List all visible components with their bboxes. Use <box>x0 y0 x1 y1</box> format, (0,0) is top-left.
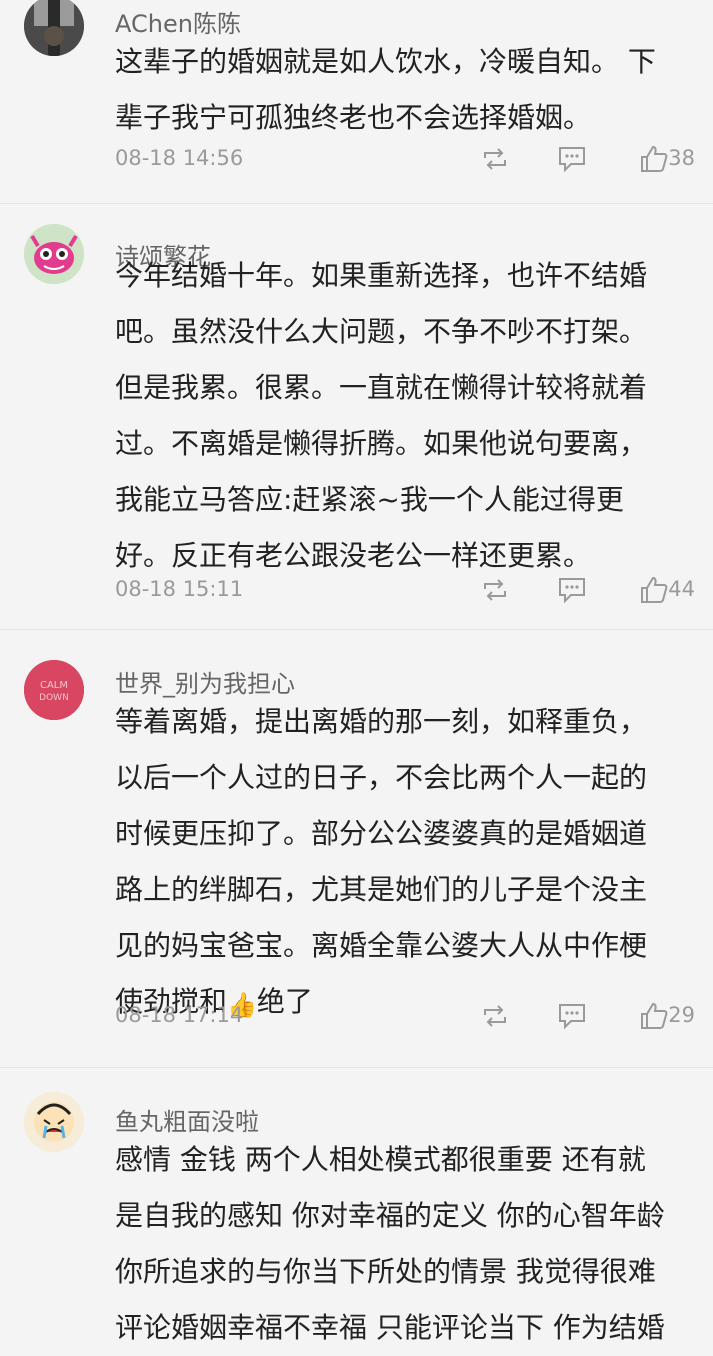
avatar-text-2: DOWN <box>39 693 69 703</box>
like-count: 29 <box>668 1003 695 1027</box>
comment-text-part: 等着离婚，提出离婚的那一刻，如释重负， 以后一个人过的日子，不会比两个人一起的 … <box>115 705 648 1018</box>
comment-icon[interactable] <box>557 144 587 174</box>
comment-item: CALM DOWN 世界_别为我担心 等着离婚，提出离婚的那一刻，如释重负， 以… <box>0 630 713 1068</box>
pink-cartoon-avatar-icon <box>24 224 84 284</box>
avatar-text-1: CALM <box>40 680 68 691</box>
avatar[interactable] <box>24 1092 84 1152</box>
thumbs-up-icon[interactable] <box>639 144 669 174</box>
comment-meta: 08-18 17:14 29 <box>115 1001 695 1031</box>
like-count: 44 <box>668 577 695 601</box>
comment-time: 08-18 17:14 <box>115 1003 244 1027</box>
avatar[interactable] <box>24 0 84 56</box>
avatar[interactable]: CALM DOWN <box>24 660 84 720</box>
repost-icon[interactable] <box>480 1001 510 1031</box>
comment-meta: 08-18 15:11 44 <box>115 575 695 605</box>
calm-down-avatar-icon: CALM DOWN <box>24 660 84 720</box>
thumbs-up-icon[interactable] <box>639 575 669 605</box>
avatar[interactable] <box>24 224 84 284</box>
comment-item: 诗颂繁花 今年结婚十年。如果重新选择，也许不结婚 吧。虽然没什么大问题，不争不吵… <box>0 204 713 630</box>
comment-icon[interactable] <box>557 575 587 605</box>
comment-time: 08-18 14:56 <box>115 146 244 170</box>
like-count: 38 <box>668 146 695 170</box>
comment-time: 08-18 15:11 <box>115 577 244 601</box>
thumbs-up-icon[interactable] <box>639 1001 669 1031</box>
comment-item: AChen陈陈 这辈子的婚姻就是如人饮水，冷暖自知。 下 辈子我宁可孤独终老也不… <box>0 0 713 204</box>
crying-cartoon-avatar-icon <box>24 1092 84 1152</box>
comment-text: 这辈子的婚姻就是如人饮水，冷暖自知。 下 辈子我宁可孤独终老也不会选择婚姻。 <box>115 45 656 134</box>
comment-meta: 08-18 14:56 38 <box>115 144 695 174</box>
repost-icon[interactable] <box>480 144 510 174</box>
comment-icon[interactable] <box>557 1001 587 1031</box>
comment-text: 今年结婚十年。如果重新选择，也许不结婚 吧。虽然没什么大问题，不争不吵不打架。 … <box>115 259 648 572</box>
user-photo-avatar-icon <box>24 0 84 56</box>
repost-icon[interactable] <box>480 575 510 605</box>
comment-item: 鱼丸粗面没啦 感情 金钱 两个人相处模式都很重要 还有就 是自我的感知 你对幸福… <box>0 1068 713 1344</box>
comment-text: 等着离婚，提出离婚的那一刻，如释重负， 以后一个人过的日子，不会比两个人一起的 … <box>115 694 695 1030</box>
comment-text: 感情 金钱 两个人相处模式都很重要 还有就 是自我的感知 你对幸福的定义 你的心… <box>115 1143 665 1344</box>
